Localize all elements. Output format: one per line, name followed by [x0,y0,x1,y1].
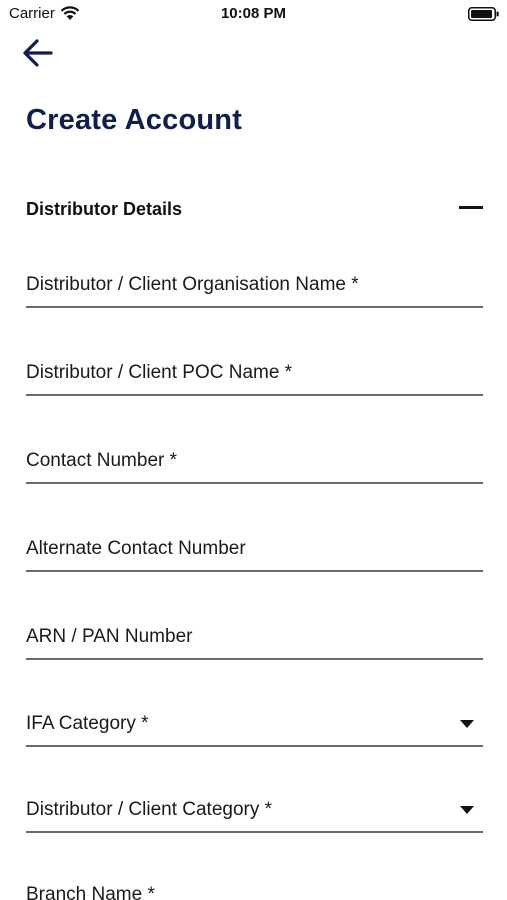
organisation-name-field[interactable]: Distributor / Client Organisation Name * [26,256,483,308]
poc-name-field[interactable]: Distributor / Client POC Name * [26,344,483,396]
create-account-screen: Carrier 10:08 PM Create Account Distribu… [0,0,507,900]
status-time: 10:08 PM [220,5,287,22]
section-title: Distributor Details [26,199,183,219]
field-label: Branch Name * [26,884,155,900]
field-label: ARN / PAN Number [26,626,193,647]
arrow-left-icon [23,39,53,67]
field-label: Distributor / Client Category * [26,799,273,820]
alternate-contact-number-field[interactable]: Alternate Contact Number [26,520,483,572]
back-button[interactable] [20,36,56,70]
battery-icon [468,7,499,21]
caret-down-icon[interactable] [460,720,474,728]
contact-number-field[interactable]: Contact Number * [26,432,483,484]
branch-name-field[interactable]: Branch Name * [26,866,483,900]
section-header-distributor-details[interactable]: Distributor Details [26,190,483,226]
field-label: Contact Number * [26,450,178,471]
minus-icon[interactable] [459,200,483,216]
arn-pan-number-field[interactable]: ARN / PAN Number [26,608,483,660]
ifa-category-dropdown[interactable]: IFA Category * [26,695,483,747]
status-bar: Carrier 10:08 PM [0,0,507,28]
caret-down-icon[interactable] [460,806,474,814]
field-label: Distributor / Client POC Name * [26,362,293,383]
field-label: Alternate Contact Number [26,538,246,559]
distributor-client-category-dropdown[interactable]: Distributor / Client Category * [26,781,483,833]
field-label: Distributor / Client Organisation Name * [26,274,359,295]
page-title: Create Account [26,104,243,136]
field-label: IFA Category * [26,713,149,734]
